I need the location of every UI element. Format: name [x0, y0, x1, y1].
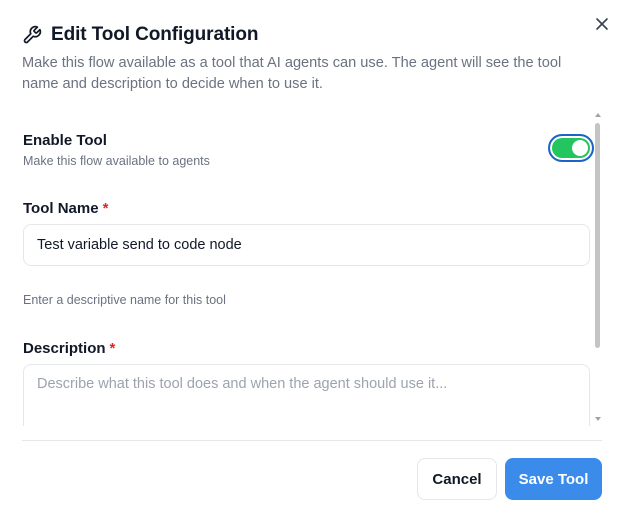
footer-divider — [22, 440, 602, 441]
enable-tool-helper: Make this flow available to agents — [23, 154, 210, 168]
wrench-icon — [22, 25, 42, 45]
save-tool-button[interactable]: Save Tool — [505, 458, 602, 500]
tool-name-value: Test variable send to code node — [37, 237, 242, 253]
tool-name-label: Tool Name * — [23, 200, 108, 217]
dialog-title: Edit Tool Configuration — [51, 24, 259, 45]
scrollbar-thumb[interactable] — [595, 123, 600, 348]
edit-tool-dialog: Edit Tool Configuration Make this flow a… — [0, 0, 624, 525]
dialog-subtitle: Make this flow available as a tool that … — [22, 55, 562, 92]
enable-tool-toggle[interactable] — [548, 134, 594, 162]
enable-tool-label: Enable Tool — [23, 132, 107, 149]
tool-name-helper: Enter a descriptive name for this tool — [23, 293, 226, 307]
cancel-button[interactable]: Cancel — [417, 458, 497, 500]
tool-name-input[interactable]: Test variable send to code node — [23, 224, 590, 266]
close-icon — [596, 18, 608, 30]
dialog-header: Edit Tool Configuration — [22, 21, 258, 49]
required-marker: * — [109, 340, 116, 357]
tool-name-label-text: Tool Name — [23, 200, 99, 217]
description-placeholder: Describe what this tool does and when th… — [37, 376, 448, 392]
description-clip: Describe what this tool does and when th… — [0, 364, 624, 426]
description-label: Description * — [23, 340, 115, 357]
toggle-knob — [572, 140, 588, 156]
description-textarea[interactable]: Describe what this tool does and when th… — [23, 364, 590, 426]
description-label-text: Description — [23, 340, 106, 357]
close-button[interactable] — [592, 14, 612, 34]
required-marker: * — [102, 200, 109, 217]
scroll-up-arrow-icon[interactable] — [595, 112, 601, 118]
